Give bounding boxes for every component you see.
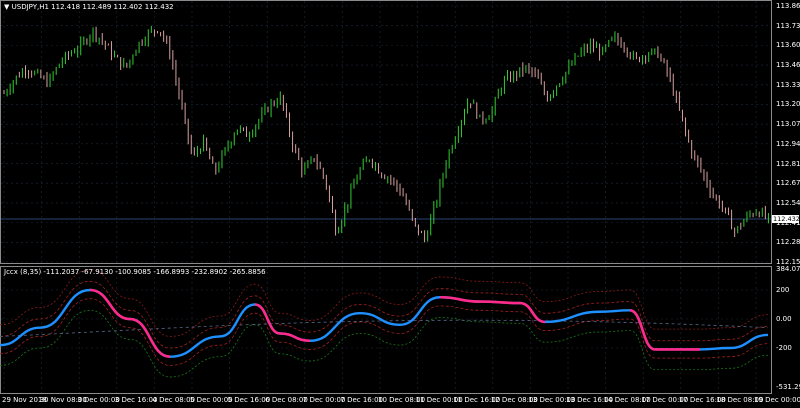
time-tick-label: 5 Dec 00:00 xyxy=(190,396,233,404)
indicator-tick-label: 384.078 xyxy=(776,265,800,273)
time-tick-label: 3 Dec 00:00 xyxy=(77,396,120,404)
price-tick-label: 112.675 xyxy=(776,179,800,188)
time-tick-label: 19 Dec 00:00 xyxy=(754,396,800,404)
price-tick-label: 112.545 xyxy=(776,198,800,207)
price-tick-label: 113.205 xyxy=(776,100,800,109)
symbol-header: ▼ USDJPY,H1 112.418 112.489 112.402 112.… xyxy=(4,3,174,11)
price-tick-label: 113.600 xyxy=(776,41,800,50)
signal-line xyxy=(0,319,769,337)
price-tick-label: 113.865 xyxy=(776,2,800,10)
price-tick-label: 112.940 xyxy=(776,139,800,148)
price-tick-label: 112.810 xyxy=(776,159,800,168)
time-tick-label: 3 Dec 16:00 xyxy=(114,396,158,404)
price-tick-label: 113.465 xyxy=(776,61,800,70)
price-tick-label: 112.280 xyxy=(776,238,800,247)
price-tick-label: 113.335 xyxy=(776,80,800,89)
current-price-box: 112.432 xyxy=(772,215,800,223)
dropdown-triangle-icon[interactable]: ▼ xyxy=(4,3,9,11)
price-tick-label: 113.070 xyxy=(776,120,800,129)
chart-canvas xyxy=(0,1,771,393)
time-tick-label: 4 Dec 08:00 xyxy=(152,396,196,404)
time-tick-label: 7 Dec 16:00 xyxy=(340,396,384,404)
time-tick-label: 5 Dec 16:00 xyxy=(227,396,271,404)
indicator-tick-label: -531.2956 xyxy=(776,383,800,391)
indicator-tick-label: 0.00 xyxy=(776,315,792,323)
symbol-label: USDJPY,H1 xyxy=(11,3,49,11)
indicator-tick-label: -200 xyxy=(776,344,792,352)
indicator-tick-label: 200 xyxy=(776,286,790,294)
jccx-line xyxy=(0,288,769,358)
indicator-label: Jccx (8,35) -111.2037 -67.9130 -100.9085… xyxy=(4,268,266,276)
time-tick-label: 7 Dec 00:00 xyxy=(302,396,346,404)
time-tick-label: 6 Dec 08:00 xyxy=(265,396,308,404)
jccx-line-hot xyxy=(129,317,171,358)
ohlc-values: 112.418 112.489 112.402 112.432 xyxy=(51,3,174,11)
price-tick-label: 113.730 xyxy=(776,21,800,30)
jccx-line-hot xyxy=(89,288,131,321)
